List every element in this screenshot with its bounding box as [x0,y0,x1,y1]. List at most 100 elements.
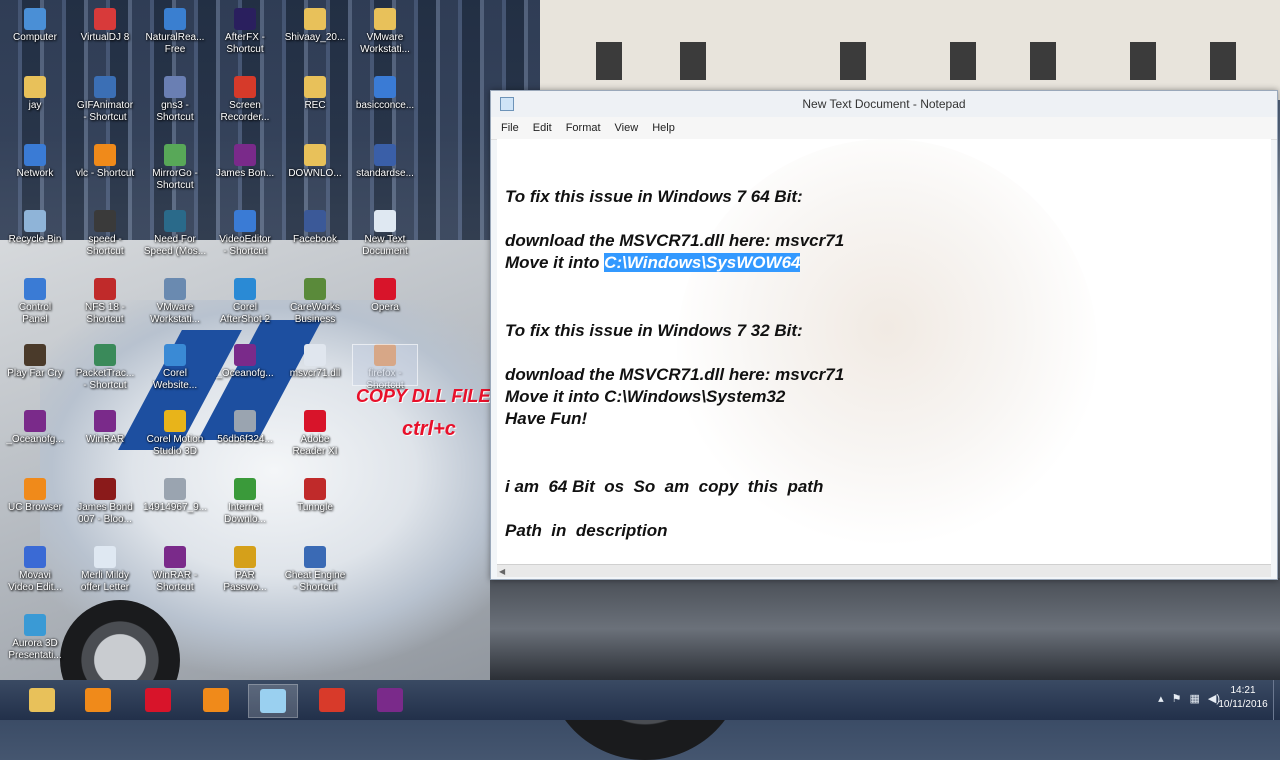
desktop-icon[interactable]: gns3 - Shortcut [140,76,210,124]
desktop-icon[interactable]: PacketTrac... - Shortcut [70,344,140,392]
taskbar-button[interactable] [18,684,66,716]
desktop-icon[interactable]: Cheat Engine - Shortcut [280,546,350,594]
menu-help[interactable]: Help [652,117,675,139]
desktop-icon[interactable]: WinRAR [70,410,140,446]
desktop-icon[interactable]: NFS 18 - Shortcut [70,278,140,326]
desktop-icon[interactable]: Recycle Bin [0,210,70,246]
game-icon [94,478,116,500]
desktop-icon[interactable]: speed - Shortcut [70,210,140,258]
desktop-icon-label: DOWNLO... [288,168,342,179]
desktop-icon-label: Corel Motion Studio 3D [146,434,204,457]
taskbar-button[interactable] [74,684,122,716]
desktop-icon[interactable]: msvcr71.dll [280,344,350,380]
desktop-icon[interactable]: REC [280,76,350,112]
horizontal-scrollbar[interactable]: ◀ [497,564,1271,577]
desktop-icon-label: 14914967_9... [143,502,207,513]
winrar-icon [377,688,403,712]
screen-recorder-icon [234,76,256,98]
desktop-icon[interactable]: Corel Motion Studio 3D [140,410,210,458]
show-desktop-button[interactable] [1273,680,1280,720]
desktop-icon-label: WinRAR - Shortcut [152,570,198,593]
desktop-icon[interactable]: Movavi Video Edit... [0,546,70,594]
desktop-icon[interactable]: _Oceanofg... [210,344,280,380]
desktop-icon[interactable]: Adobe Reader XI [280,410,350,458]
desktop-icon[interactable]: Tunngle [280,478,350,514]
desktop-icon-label: gns3 - Shortcut [156,100,194,123]
notepad-title-bar[interactable]: New Text Document - Notepad [491,91,1277,117]
desktop-icon[interactable]: New Text Document [350,210,420,258]
desktop-icon[interactable]: Corel AfterShot 2 [210,278,280,326]
desktop-icon[interactable]: VMware Workstati... [350,8,420,56]
desktop-icon[interactable]: WinRAR - Shortcut [140,546,210,594]
desktop-icon[interactable]: Play Far Cry [0,344,70,380]
desktop-icon[interactable]: Screen Recorder... [210,76,280,124]
wallpaper-bottom [490,578,1280,680]
system-tray: ▴ ⚑ ▦ ◀) [1158,692,1220,705]
text-editor-area[interactable]: To fix this issue in Windows 7 64 Bit: d… [497,139,1271,565]
selected-path-text[interactable]: C:\Windows\SysWOW64 [604,253,801,272]
desktop-icon[interactable]: Internet Downlo... [210,478,280,526]
desktop-icon[interactable]: 56db6f324... [210,410,280,446]
cheat-engine-icon [304,546,326,568]
desktop-icon[interactable]: Facebook [280,210,350,246]
desktop-icon[interactable]: James Bond 007 - Bloo... [70,478,140,526]
desktop-icon-label: AfterFX - Shortcut [224,32,265,55]
desktop-icon[interactable]: Computer [0,8,70,44]
taskbar-button[interactable] [192,684,240,716]
desktop-icon[interactable]: UC Browser [0,478,70,514]
notepad-icon [260,689,286,713]
taskbar-button[interactable] [248,684,298,718]
network-icon[interactable]: ▦ [1189,692,1199,705]
desktop-icon-label: Recycle Bin [8,234,62,245]
desktop-icon[interactable]: jay [0,76,70,112]
virtualdj-icon [94,8,116,30]
menu-edit[interactable]: Edit [533,117,552,139]
desktop-icon[interactable]: basicconce... [350,76,420,112]
desktop-icon[interactable]: Shivaay_20... [280,8,350,44]
desktop-icon[interactable]: 14914967_9... [140,478,210,514]
desktop-icon[interactable]: GIFAnimator - Shortcut [70,76,140,124]
taskbar-button[interactable] [134,684,182,716]
taskbar-button[interactable] [366,684,414,716]
menu-file[interactable]: File [501,117,519,139]
setup-icon [374,144,396,166]
tray-expand-icon[interactable]: ▴ [1158,692,1164,705]
desktop-icon[interactable]: Merli Mildy offer Letter [70,546,140,594]
desktop-icon[interactable]: VideoEditor - Shortcut [210,210,280,258]
desktop-icon[interactable]: NaturalRea... Free [140,8,210,56]
action-center-icon[interactable]: ⚑ [1172,692,1182,705]
desktop-icon[interactable]: AfterFX - Shortcut [210,8,280,56]
taskbar-clock[interactable]: 14:21 10/11/2016 [1218,684,1268,712]
taskbar-button[interactable] [308,684,356,716]
desktop-icon[interactable]: CareWorks Business [280,278,350,326]
careworks-icon [304,278,326,300]
desktop-icon-label: Opera [371,302,399,313]
desktop-icon[interactable]: PAR Passwo... [210,546,280,594]
desktop-icon[interactable]: standardse... [350,144,420,180]
desktop-icon-label: Cheat Engine - Shortcut [284,570,346,593]
desktop-icon[interactable]: VMware Workstati... [140,278,210,326]
menu-view[interactable]: View [615,117,639,139]
desktop-icon[interactable]: Corel Website... [140,344,210,392]
desktop-icon-label: Need For Speed (Mos... [143,234,207,257]
desktop-icon[interactable]: Need For Speed (Mos... [140,210,210,258]
desktop-icon-label: Movavi Video Edit... [8,570,62,593]
adobe-reader-icon [304,410,326,432]
scroll-left-arrow-icon[interactable]: ◀ [499,567,505,576]
desktop-icon[interactable]: vlc - Shortcut [70,144,140,180]
desktop-icon[interactable]: DOWNLO... [280,144,350,180]
desktop-icon-label: Computer [13,32,57,43]
network-icon [24,144,46,166]
desktop-icon[interactable]: James Bon... [210,144,280,180]
desktop-icon-label: VMware Workstati... [150,302,200,325]
desktop-icon[interactable]: Control Panel [0,278,70,326]
desktop-icon[interactable]: VirtualDJ 8 [70,8,140,44]
desktop-icon[interactable]: _Oceanofg... [0,410,70,446]
desktop-icon-label: Adobe Reader XI [292,434,338,457]
desktop-icon[interactable]: Opera [350,278,420,314]
desktop-icon[interactable]: Network [0,144,70,180]
desktop-icon[interactable]: MirrorGo - Shortcut [140,144,210,192]
vmware-icon [164,278,186,300]
desktop-icon[interactable]: Aurora 3D Presentati... [0,614,70,662]
menu-format[interactable]: Format [566,117,601,139]
